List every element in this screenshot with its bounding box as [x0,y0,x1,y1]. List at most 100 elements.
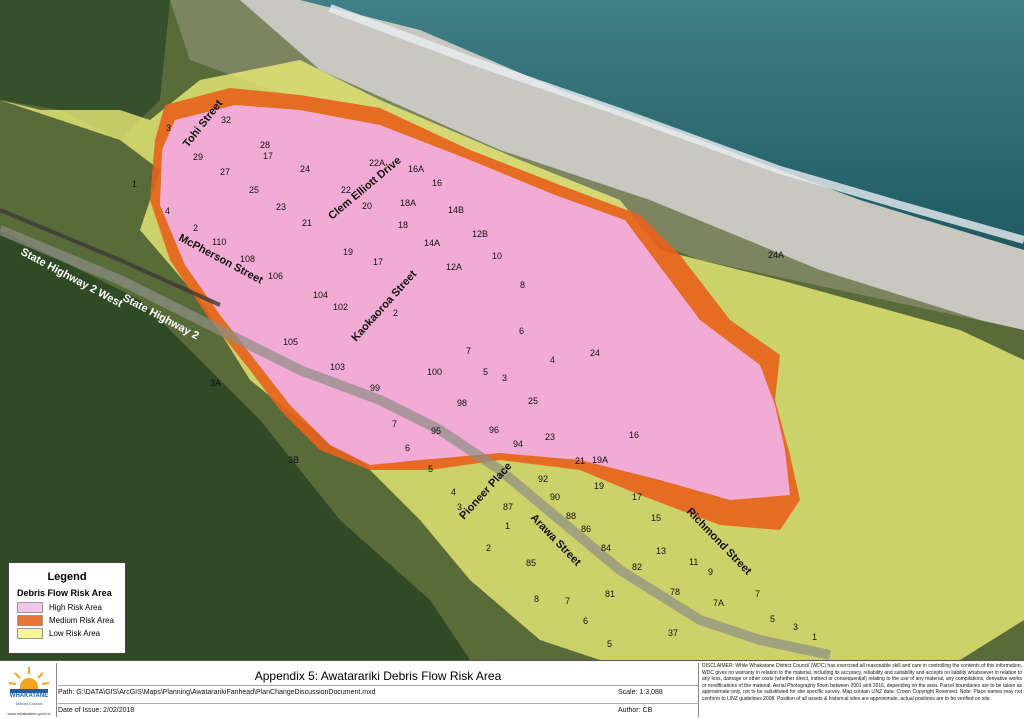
parcel-label: 21 [302,218,312,228]
legend-item-low: Low Risk Area [17,628,125,639]
map-footer: WHAKATANE District Council www.whakatane… [0,661,1024,719]
parcel-label: 25 [528,396,538,406]
parcel-label: 23 [276,202,286,212]
council-logo: WHAKATANE District Council www.whakatane… [2,663,57,717]
parcel-label: 2 [393,308,398,318]
parcel-label: 28 [260,140,270,150]
parcel-label: 3 [457,502,462,512]
legend-label-high: High Risk Area [49,603,102,612]
parcel-label: 10 [492,251,502,261]
parcel-label: 8 [534,594,539,604]
parcel-label: 19 [594,481,604,491]
parcel-label: 2 [486,543,491,553]
legend-swatch-low [17,628,43,639]
parcel-label: 4 [550,355,555,365]
divider [58,685,698,686]
divider [58,703,698,704]
parcel-label: 3 [502,373,507,383]
parcel-label: 96 [489,425,499,435]
parcel-label: 25 [249,185,259,195]
parcel-label: 22A [369,158,385,168]
parcel-label: 14A [424,238,440,248]
parcel-label: 15 [651,513,661,523]
map-scale: Scale: 1:3,088 [618,689,663,696]
parcel-label: 4 [165,206,170,216]
parcel-label: 24 [300,164,310,174]
parcel-label: 19A [592,455,608,465]
parcel-label: 95 [431,426,441,436]
parcel-label: 102 [333,302,348,312]
parcel-label: 11 [689,557,698,567]
parcel-label: 103 [330,362,345,372]
parcel-label: 7 [466,346,471,356]
parcel-label: 110 [212,237,226,247]
parcel-label: 12B [472,229,488,239]
sun-logo-icon [8,667,50,693]
parcel-label: 6 [583,616,588,626]
legend-title: Legend [47,571,87,583]
parcel-label: 105 [283,337,298,347]
legend-swatch-high [17,602,43,613]
parcel-label: 12A [446,262,462,272]
map-title: Appendix 5: Awatarariki Debris Flow Risk… [254,669,502,683]
parcel-label: 20 [362,201,372,211]
parcel-label: 13 [656,546,666,556]
logo-subtitle: District Council [15,701,43,706]
parcel-label: 1 [505,521,510,531]
parcel-label: 1 [812,632,817,642]
parcel-label: 27 [220,167,230,177]
parcel-label: 21 [575,456,585,466]
parcel-label: 19 [343,247,353,257]
parcel-label: 86 [581,524,591,534]
parcel-label: 99 [370,383,380,393]
disclaimer-text: DISCLAIMER: While Whakatane District Cou… [702,663,1022,702]
parcel-label: 37 [668,628,678,638]
parcel-label: 7 [565,596,570,606]
parcel-label: 3 [166,123,171,133]
parcel-label: 88 [566,511,576,521]
parcel-label: 4 [451,487,456,497]
parcel-label: 104 [313,290,328,300]
parcel-label: 32 [221,115,231,125]
title-block: Appendix 5: Awatarariki Debris Flow Risk… [58,663,699,717]
author: Author: CB [618,707,653,714]
parcel-label: 87 [503,502,513,512]
parcel-label: 108 [240,254,255,264]
parcel-label: 17 [263,151,273,161]
legend-item-medium: Medium Risk Area [17,615,125,626]
aerial-map[interactable]: Tohi Street McPherson Street State Highw… [0,0,1024,661]
legend-item-high: High Risk Area [17,602,125,613]
parcel-label: 94 [513,439,523,449]
parcel-label: 82 [632,562,642,572]
parcel-label: 100 [427,367,442,377]
legend-label-low: Low Risk Area [49,629,101,638]
parcel-label: 29 [193,152,203,162]
parcel-label: 6 [519,326,524,336]
parcel-label: 22 [341,185,351,195]
parcel-label: 18A [400,198,416,208]
parcel-label: 24A [768,250,784,260]
parcel-label: 90 [550,492,560,502]
logo-name: WHAKATANE [9,693,49,699]
parcel-label: 3 [793,622,798,632]
issue-date: Date of Issue: 2/02/2018 [58,707,135,714]
parcel-label: 16A [408,164,424,174]
parcel-label: 92 [538,474,548,484]
parcel-label: 17 [632,492,642,502]
parcel-label: 3B [288,455,299,465]
parcel-label: 2 [193,223,198,233]
parcel-label: 98 [457,398,467,408]
parcel-label: 9 [708,567,713,577]
parcel-label: 81 [605,589,615,599]
parcel-label: 78 [670,587,680,597]
parcel-label: 23 [545,432,555,442]
parcel-label: 6 [405,443,410,453]
legend-swatch-medium [17,615,43,626]
parcel-label: 7 [392,419,397,429]
file-path: Path: G:\DATA\GIS\ArcGIS\Maps\Planning\A… [58,689,376,696]
parcel-label: 84 [601,543,611,553]
parcel-label: 16 [629,430,639,440]
legend-subtitle: Debris Flow Risk Area [17,588,112,598]
map-legend: Legend Debris Flow Risk Area High Risk A… [8,562,126,654]
parcel-label: 5 [770,614,775,624]
